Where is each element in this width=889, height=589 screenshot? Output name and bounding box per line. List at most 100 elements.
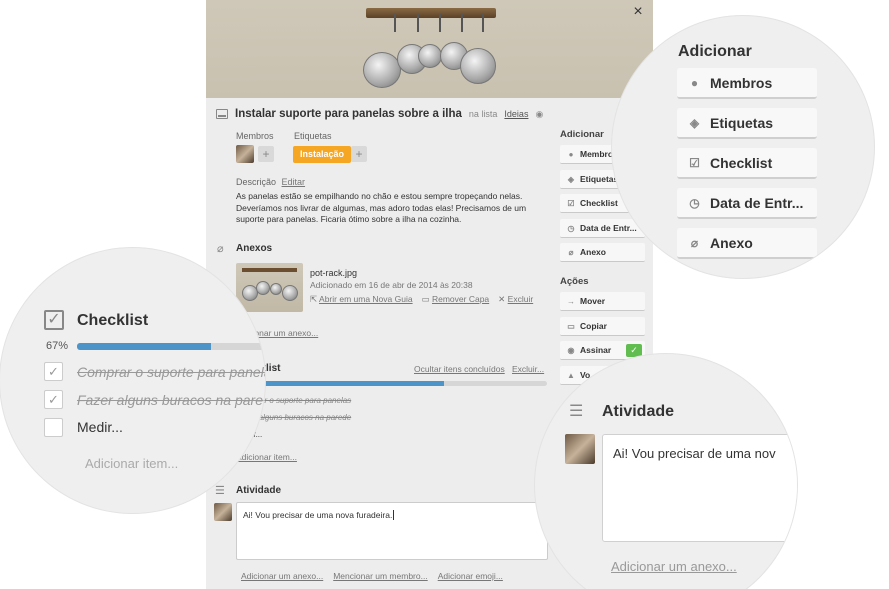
zoom-checklist-button[interactable]: ☑ Checklist [677,148,817,179]
zoom-activity-heading: Atividade [602,403,675,420]
delete-attachment-link[interactable]: ✕ Excluir [498,294,533,305]
pan [418,44,442,68]
paperclip-icon: ⌀ [690,235,699,250]
hook [439,14,441,32]
checkbox-icon: ☑ [567,198,575,208]
label-tag[interactable]: Instalação [293,146,352,163]
zoom-add-item-link[interactable]: Adicionar item... [85,456,178,471]
card-title[interactable]: Instalar suporte para panelas sobre a il… [235,108,462,120]
in-list-text: na lista [468,109,498,119]
person-icon: ● [568,149,574,159]
zoom-attachment-button[interactable]: ⌀ Anexo [677,228,817,259]
checklist-checkbox[interactable]: ✓ [44,390,63,409]
hide-completed-link[interactable]: Ocultar itens concluídos [414,364,505,374]
move-button[interactable]: → Mover [560,292,645,311]
zoom-progress-bar [77,343,265,350]
external-link-icon: ⇱ [310,294,318,304]
add-label-button[interactable]: + [351,146,367,162]
eye-icon: ◉ [567,345,575,355]
list-icon: ☰ [569,403,584,420]
zoom-add-panel: Adicionar ● Membros ◈ Etiquetas ☑ Checklist… [612,16,874,278]
attachment-thumbnail[interactable] [236,263,303,312]
hook [482,14,484,32]
edit-description-link[interactable]: Editar [282,177,306,187]
checklist-checkbox[interactable]: ✓ [44,362,63,381]
zoom-add-attachment-link[interactable]: Adicionar um anexo... [611,559,737,574]
pan [270,283,282,295]
eye-icon: ◉ [535,108,544,119]
zoom-checklist-item[interactable]: Medir... [77,419,123,435]
card-title-row: Instalar suporte para panelas sobre a il… [216,108,646,120]
clock-icon: ◷ [689,195,700,210]
tag-icon: ◈ [689,115,700,130]
add-heading: Adicionar [560,129,604,140]
pan [460,48,496,84]
attachment-button[interactable]: ⌀ Anexo [560,243,645,262]
checklist-checkbox[interactable] [44,418,63,437]
add-emoji-link[interactable]: Adicionar emoji... [438,571,503,581]
zoom-due-date-button[interactable]: ◷ Data de Entr... [677,188,817,219]
list-icon: ☰ [215,485,225,497]
pan [363,52,401,88]
hook [417,14,419,32]
remove-cover-link[interactable]: ▭ Remover Capa [422,294,490,305]
zoom-checklist-percent: 67% [46,340,69,352]
description-header: Descrição Editar [236,177,305,187]
hook [394,14,396,32]
labels-label: Etiquetas [294,131,332,141]
zoom-checklist-item[interactable]: Comprar o suporte para panelas [77,364,265,380]
zoom-add-heading: Adicionar [678,43,752,60]
zoom-comment-input[interactable]: Ai! Vou precisar de uma nov [602,434,797,542]
avatar [214,503,232,521]
checkbox-icon: ☑ [689,155,700,170]
comment-options: Adicionar um anexo... Mencionar um membr… [241,571,503,581]
subscribed-check-icon: ✓ [626,344,642,357]
attachments-heading: Anexos [236,243,273,254]
text-cursor [393,510,395,520]
card-icon: ▭ [421,294,430,304]
zoom-progress-fill [77,343,211,350]
mention-member-link[interactable]: Mencionar um membro... [333,571,427,581]
hook [461,14,463,32]
zoom-labels-button[interactable]: ◈ Etiquetas [677,108,817,139]
avatar [565,434,595,464]
list-link[interactable]: Ideias [504,109,528,119]
thumbs-up-icon: ▲ [567,370,575,380]
zoom-checklist-panel: ✓ Checklist 67% ✓ Comprar o suporte para… [0,248,265,513]
add-item-link[interactable]: Adicionar item... [236,452,297,462]
comment-text: Ai! Vou precisar de uma nova furadeira. [243,510,393,520]
members-label: Membros [236,131,274,141]
add-member-button[interactable]: + [258,146,274,162]
open-new-tab-link[interactable]: ⇱ Abrir em uma Nova Guia [310,294,413,305]
actions-heading: Ações [560,276,589,287]
add-attachment-link[interactable]: Adicionar um anexo... [241,571,323,581]
pan [256,281,270,295]
activity-heading: Atividade [236,485,282,496]
zoom-members-button[interactable]: ● Membros [677,68,817,99]
card-icon [216,109,228,119]
zoom-checklist-item[interactable]: Fazer alguns buracos na parede [77,392,265,408]
clock-icon: ◷ [567,223,575,233]
tag-icon: ◈ [567,174,575,184]
checkbox-icon: ✓ [44,310,64,330]
arrow-right-icon: → [567,296,575,306]
rack-rail [366,8,496,18]
checklist-progress-fill [236,381,445,386]
close-button[interactable]: × [629,3,647,21]
copy-button[interactable]: ▭ Copiar [560,317,645,336]
person-icon: ● [690,75,699,90]
paperclip-icon: ⌀ [217,243,224,255]
checklist-progress-bar [236,381,547,386]
zoom-checklist-heading: Checklist [77,312,149,329]
card-cover-image: × [206,0,653,98]
avatar[interactable] [236,145,254,163]
zoom-comment-text: Ai! Vou precisar de uma nov [613,446,776,461]
close-icon: ✕ [498,294,506,304]
delete-checklist-link[interactable]: Excluir... [512,364,544,374]
due-date-button[interactable]: ◷ Data de Entr... [560,219,645,238]
comment-input[interactable]: Ai! Vou precisar de uma nova furadeira. [236,502,548,560]
attachment-filename: pot-rack.jpg [310,268,358,278]
attachment-date: Adicionado em 16 de abr de 2014 às 20:38 [310,280,473,290]
pan [282,285,298,301]
screenshot-stage: × Instalar suporte para panelas sobre a … [0,0,889,589]
